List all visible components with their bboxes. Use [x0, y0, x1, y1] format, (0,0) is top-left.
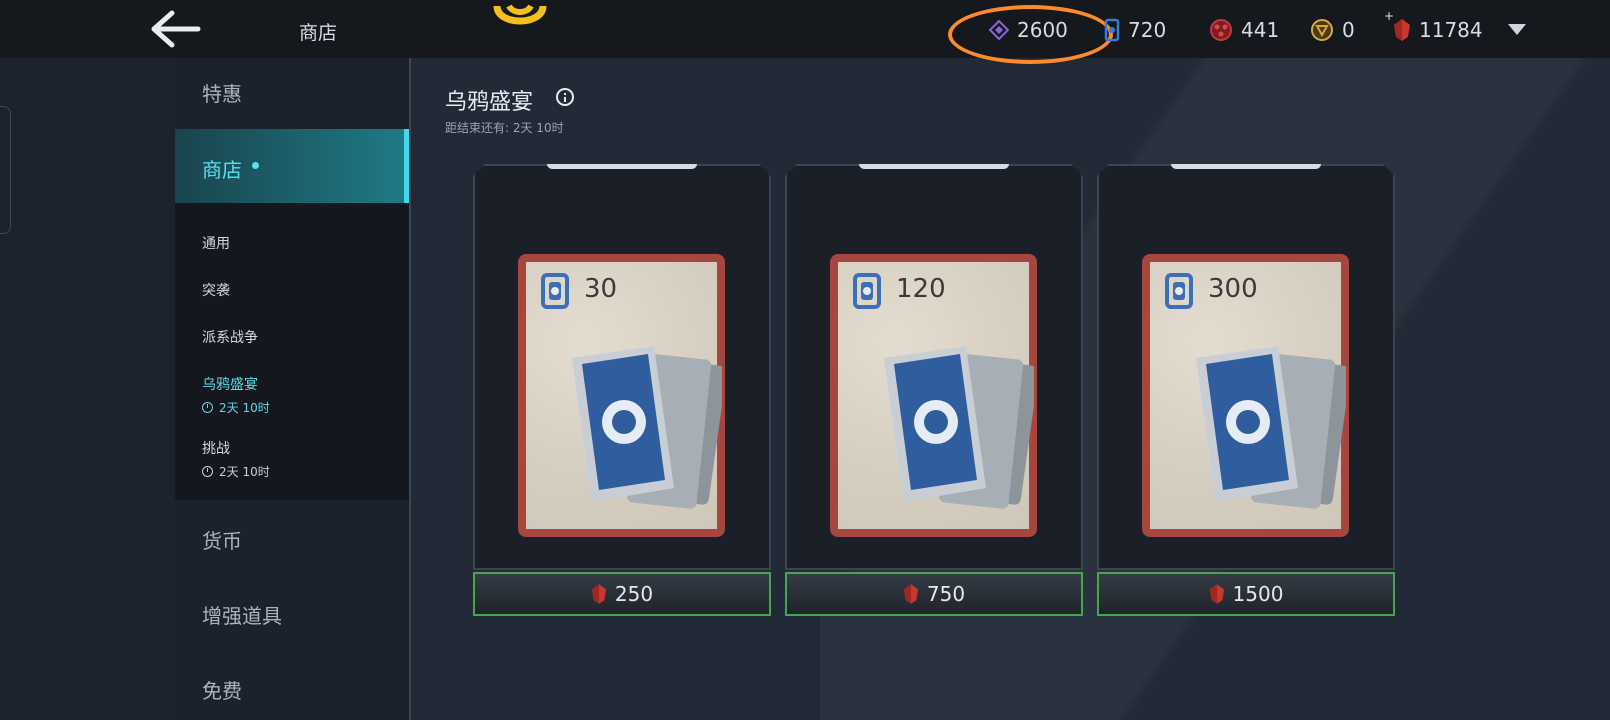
- currency-card-tokens[interactable]: 720: [1104, 14, 1166, 46]
- card-pack: 120: [830, 254, 1037, 537]
- nav-divider: [409, 58, 411, 720]
- card-tab: [547, 164, 697, 169]
- card-pack-icon: [1196, 346, 1346, 509]
- currency-red-orbs[interactable]: 441: [1209, 14, 1279, 46]
- price-label: 250: [614, 582, 654, 606]
- notification-dot: [252, 162, 259, 169]
- subnav-item-crow-feast[interactable]: 乌鸦盛宴: [202, 374, 258, 394]
- gem-icon: [591, 584, 607, 604]
- offer-card[interactable]: 120 750: [785, 164, 1083, 616]
- left-strip: [0, 58, 175, 720]
- nav-item-boosts[interactable]: 增强道具: [202, 600, 282, 629]
- back-button[interactable]: [150, 8, 202, 50]
- currency-gems[interactable]: 11784: [1393, 14, 1483, 46]
- event-countdown: 距结束还有: 2天 10时: [445, 121, 564, 135]
- offer-card[interactable]: 30 250: [473, 164, 771, 616]
- gem-icon: [903, 584, 919, 604]
- currency-gold[interactable]: 0: [1310, 14, 1355, 46]
- card-token-icon: [1104, 18, 1120, 42]
- chevron-down-icon[interactable]: [1508, 24, 1526, 35]
- subnav-timer: 2天 10时: [202, 399, 270, 416]
- clock-icon: [202, 402, 213, 413]
- card-token-icon: [1165, 273, 1193, 309]
- logo-icon: [491, 0, 549, 36]
- nav-item-free[interactable]: 免费: [202, 675, 242, 704]
- buy-button[interactable]: 1500: [1097, 572, 1395, 616]
- top-bar: 商店 2600 720 441 0 + 11784: [0, 0, 1610, 64]
- currency-value: 2600: [1017, 18, 1068, 42]
- nav-item-deals[interactable]: 特惠: [202, 78, 242, 107]
- page-title: 商店: [299, 22, 338, 44]
- side-tab[interactable]: [0, 106, 11, 234]
- currency-value: 720: [1128, 18, 1167, 42]
- price-label: 1500: [1232, 582, 1284, 606]
- buy-button[interactable]: 250: [473, 572, 771, 616]
- red-orb-icon: [1210, 19, 1232, 41]
- subnav-item-raid[interactable]: 突袭: [202, 280, 230, 300]
- arrow-left-icon: [151, 10, 201, 48]
- currency-shards[interactable]: 2600: [989, 14, 1068, 46]
- info-icon[interactable]: [556, 88, 574, 106]
- diamond-shard-icon: [989, 20, 1009, 40]
- pack-amount: 120: [896, 274, 946, 304]
- gem-icon: [1394, 19, 1410, 41]
- price-label: 750: [926, 582, 966, 606]
- subnav-item-general[interactable]: 通用: [202, 233, 230, 253]
- card-tab: [1171, 164, 1321, 169]
- currency-value: 11784: [1419, 18, 1483, 42]
- clock-icon: [202, 466, 213, 477]
- offer-card[interactable]: 300 1500: [1097, 164, 1395, 616]
- currency-value: 441: [1241, 18, 1280, 42]
- card-token-icon: [853, 273, 881, 309]
- pack-amount: 300: [1208, 274, 1258, 304]
- card-pack-icon: [884, 346, 1034, 509]
- subnav-item-faction-war[interactable]: 派系战争: [202, 327, 258, 347]
- currency-value: 0: [1342, 18, 1355, 42]
- buy-button[interactable]: 750: [785, 572, 1083, 616]
- card-pack-icon: [572, 346, 722, 509]
- card-pack: 30: [518, 254, 725, 537]
- gem-icon: [1209, 584, 1224, 604]
- card-pack: 300: [1142, 254, 1349, 537]
- subnav-timer: 2天 10时: [202, 463, 270, 480]
- card-tab: [859, 164, 1009, 169]
- pack-amount: 30: [584, 274, 618, 304]
- card-token-icon: [541, 273, 569, 309]
- section-title: 乌鸦盛宴: [445, 90, 534, 115]
- nav-item-currency[interactable]: 货币: [202, 525, 242, 554]
- subnav-item-challenge[interactable]: 挑战: [202, 438, 230, 458]
- gold-coin-icon: [1311, 19, 1333, 41]
- nav-item-shop-label: 商店: [202, 158, 242, 182]
